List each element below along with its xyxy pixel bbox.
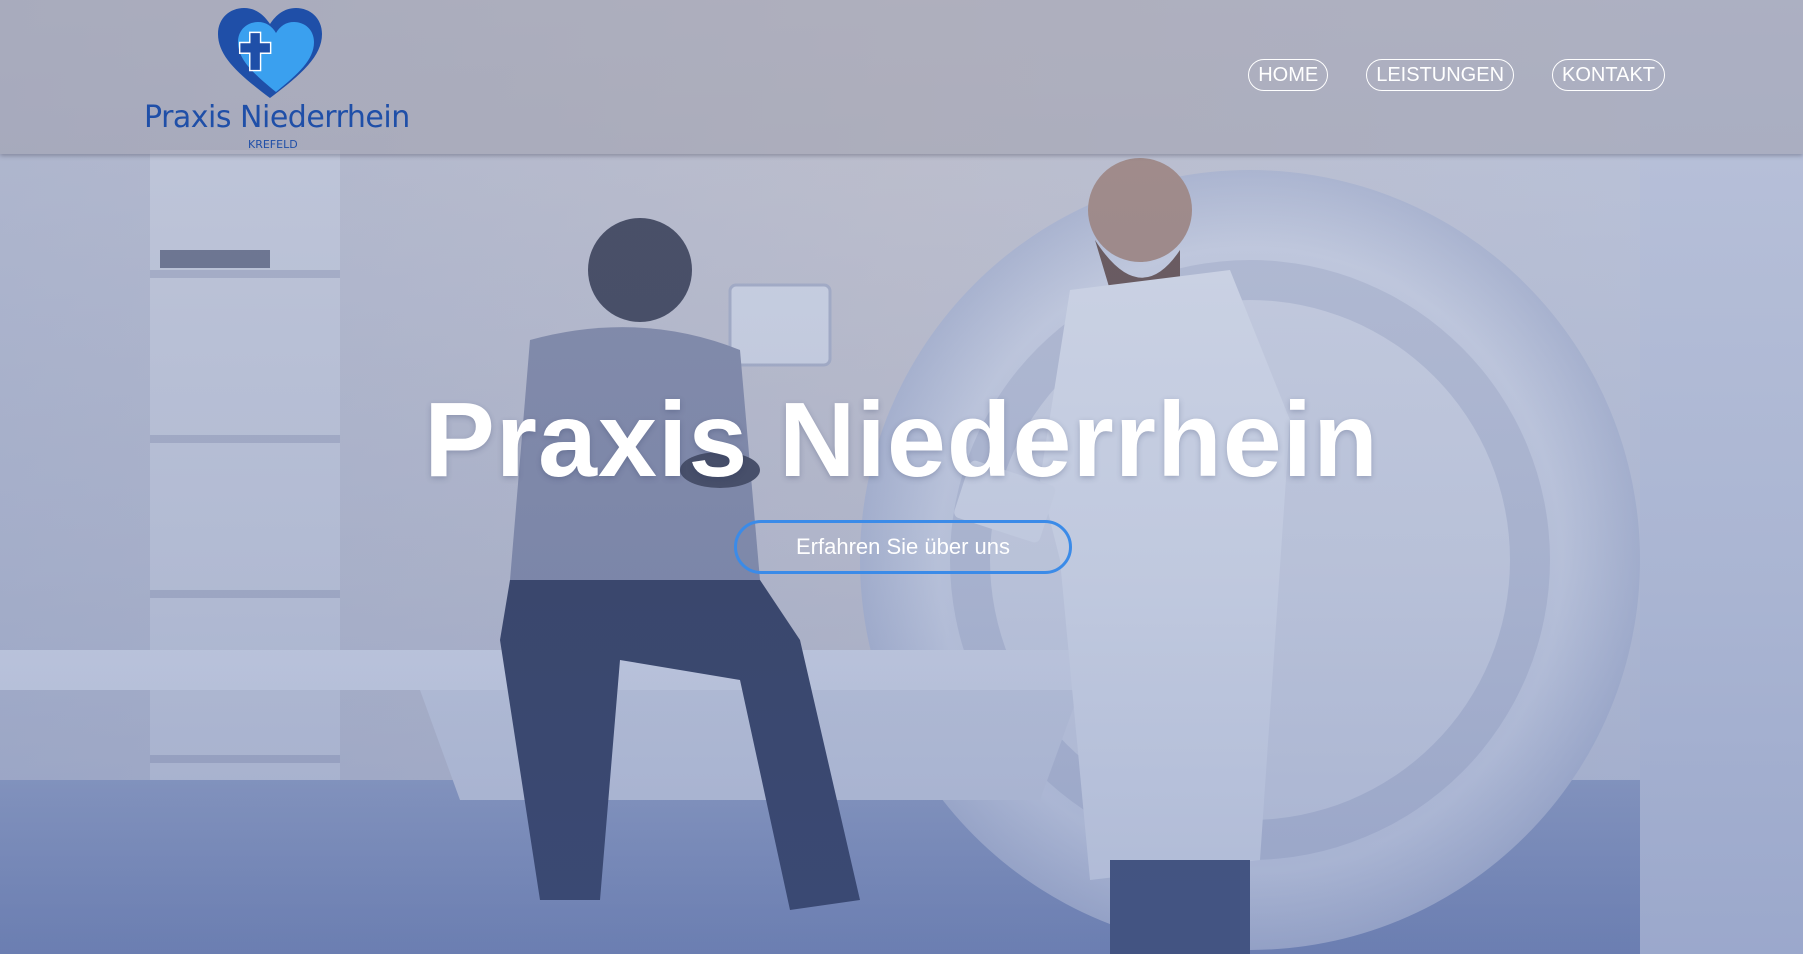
main-nav: HOME LEISTUNGEN KONTAKT <box>1248 59 1665 91</box>
nav-home-link[interactable]: HOME <box>1248 59 1329 91</box>
brand-logo[interactable]: Praxis Niederrhein KREFELD <box>140 8 410 151</box>
brand-location: KREFELD <box>248 138 298 151</box>
hero-title: Praxis Niederrhein <box>424 381 1379 499</box>
nav-leistungen-link[interactable]: LEISTUNGEN <box>1366 59 1515 91</box>
brand-name: Praxis Niederrhein <box>144 100 410 135</box>
nav-kontakt-link[interactable]: KONTAKT <box>1552 59 1665 91</box>
about-us-button[interactable]: Erfahren Sie über uns <box>734 520 1072 574</box>
site-header: Praxis Niederrhein KREFELD HOME LEISTUNG… <box>0 0 1803 154</box>
page: Praxis Niederrhein KREFELD HOME LEISTUNG… <box>0 0 1803 954</box>
heart-cross-icon <box>218 8 322 98</box>
